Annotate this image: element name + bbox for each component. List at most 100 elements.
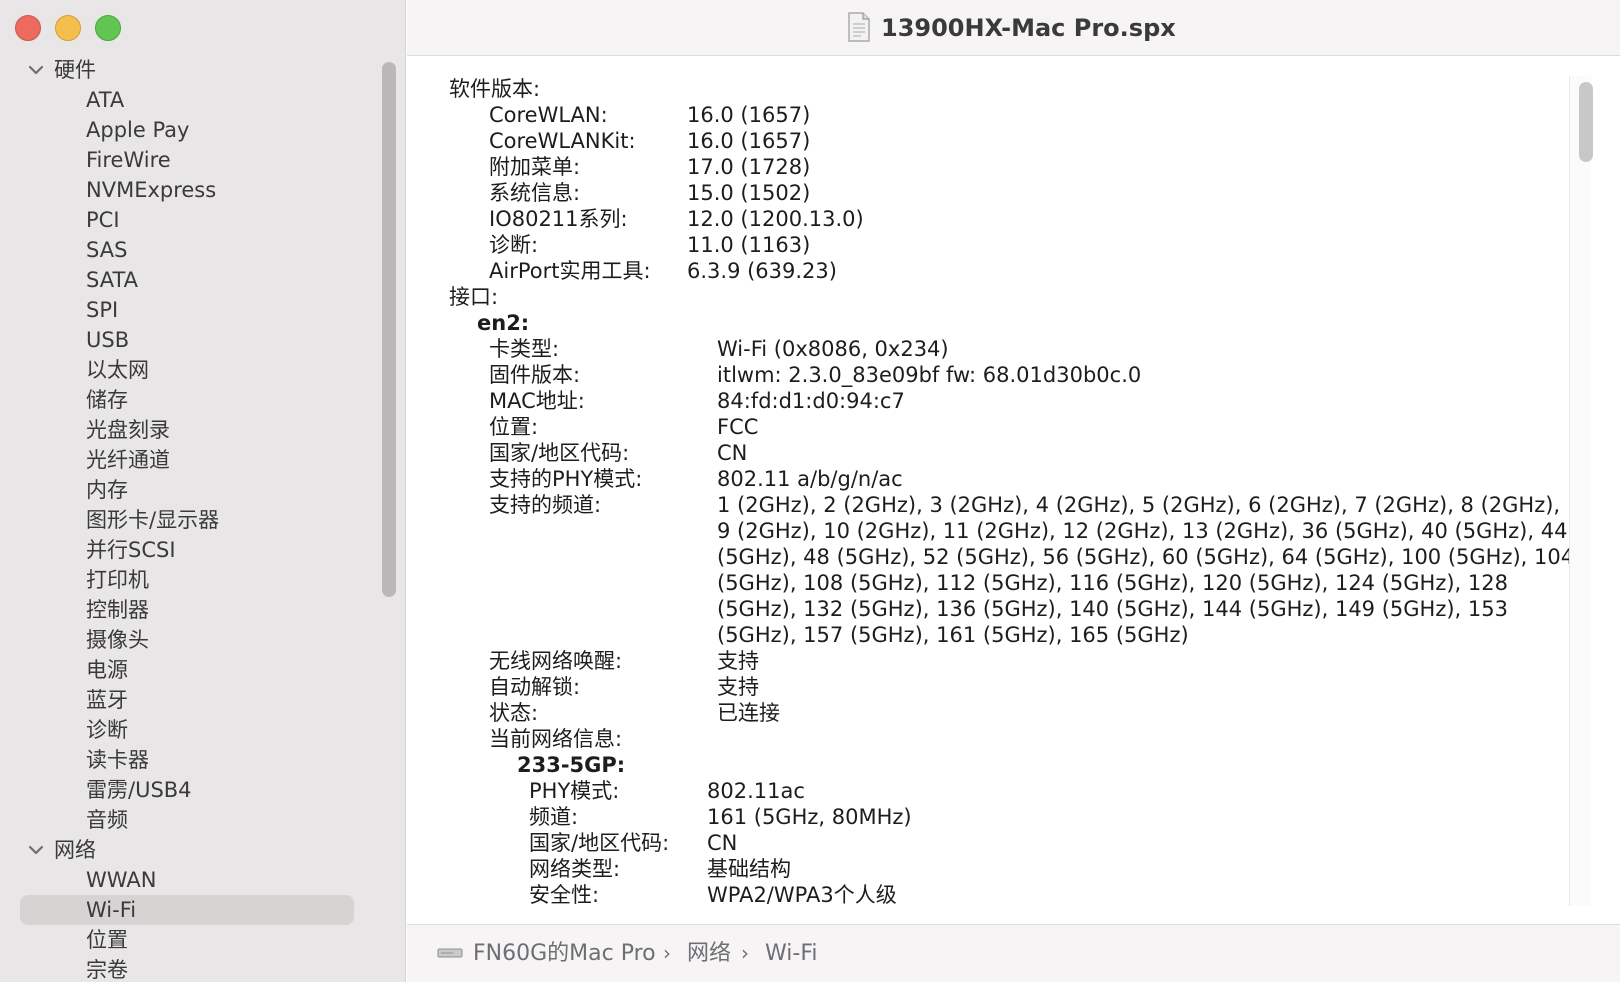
sidebar-item-storage[interactable]: 储存 (0, 385, 380, 415)
window-title: 13900HX-Mac Pro.spx (881, 14, 1176, 42)
sidebar-item-wwan[interactable]: WWAN (0, 865, 380, 895)
info-label: 国家/地区代码: (489, 441, 630, 465)
info-row: 系统信息: 15.0 (1502) (407, 180, 1572, 206)
info-value: 802.11 a/b/g/n/ac (717, 467, 903, 491)
close-button[interactable] (15, 15, 41, 41)
info-label: 频道: (529, 805, 579, 829)
info-value: 802.11ac (707, 779, 805, 803)
info-label: 当前网络信息: (489, 727, 623, 751)
info-label: MAC地址: (489, 389, 585, 413)
info-label: 安全性: (529, 883, 600, 907)
info-row: 诊断: 11.0 (1163) (407, 232, 1572, 258)
breadcrumb-item[interactable]: Wi-Fi (765, 925, 818, 982)
info-row: 附加菜单: 17.0 (1728) (407, 154, 1572, 180)
info-value: 12.0 (1200.13.0) (687, 207, 864, 231)
section-heading-interfaces: 接口: (449, 285, 499, 309)
info-label: PHY模式: (529, 779, 620, 803)
sidebar-item-locations[interactable]: 位置 (0, 925, 380, 955)
sidebar-item-bluetooth[interactable]: 蓝牙 (0, 685, 380, 715)
sidebar-item-ata[interactable]: ATA (0, 85, 380, 115)
content-scrollbar-thumb[interactable] (1579, 82, 1593, 162)
sidebar-item-thunderbolt[interactable]: 雷雳/USB4 (0, 775, 380, 805)
breadcrumb-section[interactable]: 网络 (687, 925, 731, 982)
info-label: 支持的频道: (489, 493, 602, 517)
sidebar-item-parallel-scsi[interactable]: 并行SCSI (0, 535, 380, 565)
info-label: 状态: (489, 701, 539, 725)
info-row: MAC地址: 84:fd:d1:d0:94:c7 (407, 388, 1572, 414)
info-label: 国家/地区代码: (529, 831, 670, 855)
info-value: 支持 (717, 649, 759, 673)
sidebar-item-printers[interactable]: 打印机 (0, 565, 380, 595)
sidebar-item-nvmexpress[interactable]: NVMExpress (0, 175, 380, 205)
sidebar-item-wifi[interactable]: Wi-Fi (20, 895, 354, 925)
info-value: 17.0 (1728) (687, 155, 811, 179)
sidebar-item-graphics[interactable]: 图形卡/显示器 (0, 505, 380, 535)
sidebar-item-camera[interactable]: 摄像头 (0, 625, 380, 655)
sidebar-item-memory[interactable]: 内存 (0, 475, 380, 505)
sidebar-item-disc-burning[interactable]: 光盘刻录 (0, 415, 380, 445)
sidebar-group-network[interactable]: 网络 (0, 835, 380, 865)
info-row: PHY模式: 802.11ac (407, 778, 1572, 804)
info-row: AirPort实用工具: 6.3.9 (639.23) (407, 258, 1572, 284)
info-value: WPA2/WPA3个人级 (707, 883, 897, 907)
network-name: 233-5GP: (517, 753, 626, 777)
info-label: AirPort实用工具: (489, 259, 651, 283)
sidebar: 硬件 ATA Apple Pay FireWire NVMExpress PCI… (0, 0, 406, 982)
sidebar-item-audio[interactable]: 音频 (0, 805, 380, 835)
info-row: 无线网络唤醒: 支持 (407, 648, 1572, 674)
info-label: 固件版本: (489, 363, 581, 387)
sidebar-item-spi[interactable]: SPI (0, 295, 380, 325)
content-scrollbar-track[interactable] (1569, 76, 1591, 906)
sidebar-item-power[interactable]: 电源 (0, 655, 380, 685)
info-row: 国家/地区代码: CN (407, 830, 1572, 856)
info-value: 已连接 (717, 701, 780, 725)
sidebar-item-pci[interactable]: PCI (0, 205, 380, 235)
info-row: 网络类型: 基础结构 (407, 856, 1572, 882)
zoom-button[interactable] (95, 15, 121, 41)
chevron-down-icon[interactable] (26, 835, 46, 865)
info-row: 固件版本: itlwm: 2.3.0_83e09bf fw: 68.01d30b0… (407, 362, 1572, 388)
info-value-channels: 1 (2GHz), 2 (2GHz), 3 (2GHz), 4 (2GHz), … (717, 493, 1575, 647)
info-label: 网络类型: (529, 857, 621, 881)
info-value: FCC (717, 415, 759, 439)
sidebar-item-ethernet[interactable]: 以太网 (0, 355, 380, 385)
info-row: 国家/地区代码: CN (407, 440, 1572, 466)
chevron-down-icon[interactable] (26, 55, 46, 85)
sidebar-item-volumes[interactable]: 宗卷 (0, 955, 380, 982)
info-row-channels: 支持的频道: 1 (2GHz), 2 (2GHz), 3 (2GHz), 4 (… (407, 492, 1574, 648)
section-heading-software: 软件版本: (449, 77, 541, 101)
info-value: 16.0 (1657) (687, 103, 811, 127)
info-value: 基础结构 (707, 857, 791, 881)
interface-name: en2: (477, 311, 530, 335)
info-label: 自动解锁: (489, 675, 581, 699)
info-label: 附加菜单: (489, 155, 581, 179)
sidebar-item-firewire[interactable]: FireWire (0, 145, 380, 175)
info-value: Wi-Fi (0x8086, 0x234) (717, 337, 949, 361)
sidebar-item-sas[interactable]: SAS (0, 235, 380, 265)
info-row: CoreWLANKit: 16.0 (1657) (407, 128, 1572, 154)
sidebar-item-apple-pay[interactable]: Apple Pay (0, 115, 380, 145)
minimize-button[interactable] (55, 15, 81, 41)
chevron-right-icon: › (663, 941, 671, 965)
sidebar-group-label: 网络 (54, 838, 96, 862)
info-value: 84:fd:d1:d0:94:c7 (717, 389, 905, 413)
sidebar-item-fibre-channel[interactable]: 光纤通道 (0, 445, 380, 475)
breadcrumb-device[interactable]: FN60G的Mac Pro (473, 925, 656, 982)
chevron-right-icon: › (741, 941, 749, 965)
sidebar-item-sata[interactable]: SATA (0, 265, 380, 295)
info-label: CoreWLANKit: (489, 129, 636, 153)
sidebar-item-usb[interactable]: USB (0, 325, 380, 355)
sidebar-item-card-reader[interactable]: 读卡器 (0, 745, 380, 775)
info-value: 11.0 (1163) (687, 233, 811, 257)
info-label: 支持的PHY模式: (489, 467, 643, 491)
info-value: 6.3.9 (639.23) (687, 259, 837, 283)
sidebar-item-controller[interactable]: 控制器 (0, 595, 380, 625)
info-row: 位置: FCC (407, 414, 1572, 440)
sidebar-group-hardware[interactable]: 硬件 (0, 55, 380, 85)
info-row: 卡类型: Wi-Fi (0x8086, 0x234) (407, 336, 1572, 362)
info-value: 16.0 (1657) (687, 129, 811, 153)
info-row: 频道: 161 (5GHz, 80MHz) (407, 804, 1572, 830)
sidebar-scrollbar[interactable] (382, 62, 396, 597)
sidebar-item-diagnostics[interactable]: 诊断 (0, 715, 380, 745)
info-value: 161 (5GHz, 80MHz) (707, 805, 912, 829)
